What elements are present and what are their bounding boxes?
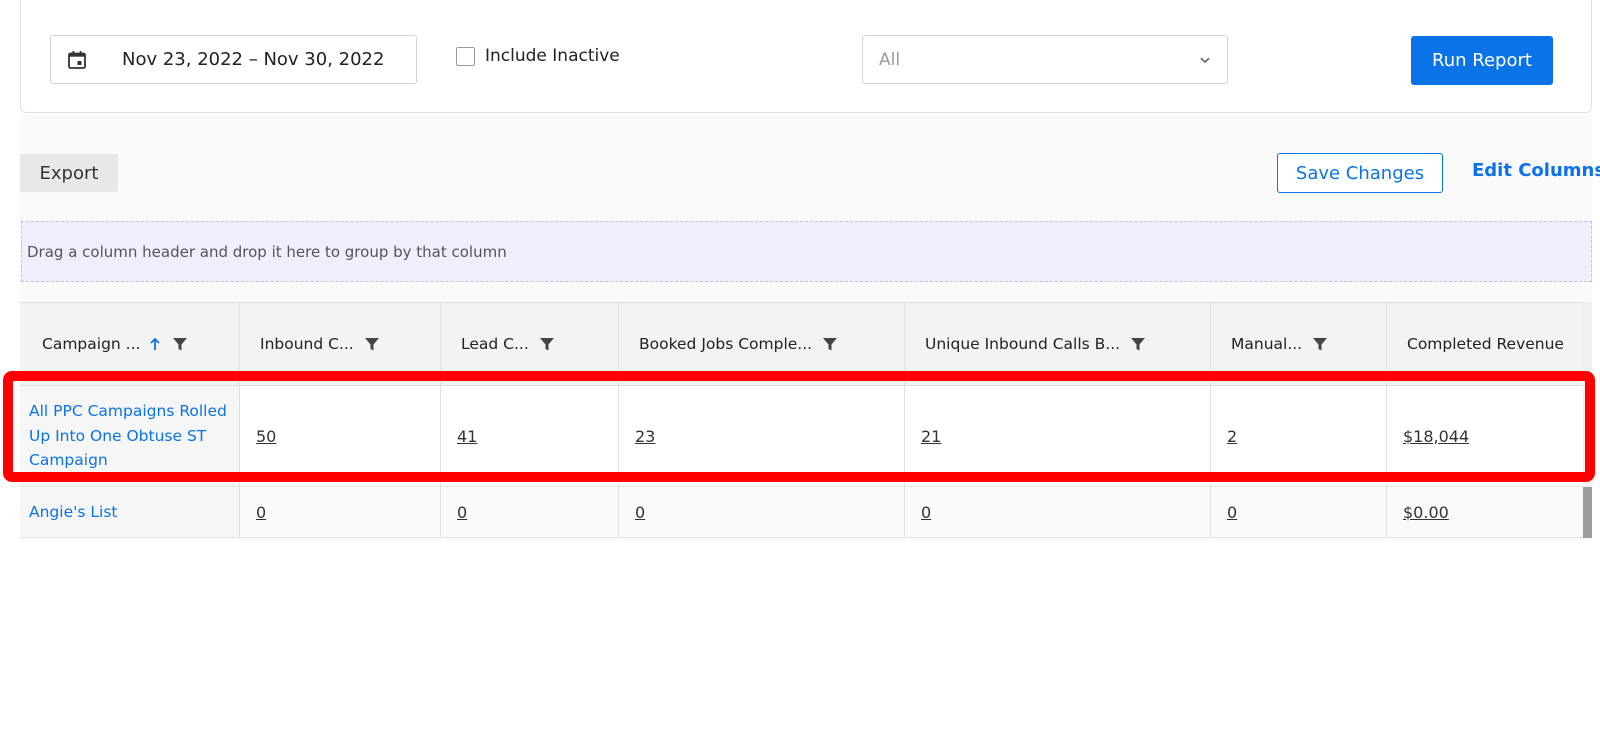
- inbound-cell: 0: [240, 487, 441, 537]
- run-report-button[interactable]: Run Report: [1411, 36, 1553, 85]
- manual-link[interactable]: 2: [1227, 427, 1237, 446]
- include-inactive-toggle[interactable]: Include Inactive: [456, 46, 620, 66]
- table-row: All PPC Campaigns Rolled Up Into One Obt…: [20, 386, 1592, 487]
- date-range-picker[interactable]: Nov 23, 2022 – Nov 30, 2022: [50, 35, 417, 84]
- vertical-scrollbar-thumb[interactable]: [1583, 487, 1592, 538]
- table-row: Angie's List 0 0 0 0 0 $0.00: [20, 487, 1592, 538]
- include-inactive-label: Include Inactive: [485, 46, 620, 66]
- manual-cell: 2: [1211, 386, 1387, 486]
- group-by-hint: Drag a column header and drop it here to…: [27, 242, 507, 261]
- column-header-campaign[interactable]: Campaign ...: [20, 303, 240, 385]
- campaign-link[interactable]: All PPC Campaigns Rolled Up Into One Obt…: [29, 399, 229, 473]
- lead-cell: 41: [441, 386, 619, 486]
- inbound-cell: 50: [240, 386, 441, 486]
- inbound-link[interactable]: 0: [256, 503, 266, 522]
- unique-inbound-cell: 0: [905, 487, 1211, 537]
- lead-cell: 0: [441, 487, 619, 537]
- save-changes-button[interactable]: Save Changes: [1277, 153, 1443, 193]
- filter-icon[interactable]: [539, 336, 555, 352]
- campaign-cell: Angie's List: [20, 487, 240, 537]
- column-header-label: Completed Revenue: [1407, 335, 1564, 353]
- inbound-link[interactable]: 50: [256, 427, 276, 446]
- include-inactive-checkbox[interactable]: [456, 46, 475, 66]
- unique-inbound-cell: 21: [905, 386, 1211, 486]
- filter-icon[interactable]: [822, 336, 838, 352]
- booked-cell: 0: [619, 487, 905, 537]
- revenue-link[interactable]: $18,044: [1403, 427, 1469, 446]
- column-header-completed-revenue[interactable]: Completed Revenue: [1387, 303, 1592, 385]
- column-header-label: Unique Inbound Calls B...: [925, 335, 1121, 353]
- filter-select[interactable]: All: [862, 35, 1228, 84]
- booked-cell: 23: [619, 386, 905, 486]
- column-header-manual[interactable]: Manual...: [1211, 303, 1387, 385]
- column-header-inbound[interactable]: Inbound C...: [240, 303, 441, 385]
- report-table: Campaign ... Inbound C... Lead C... Book…: [20, 302, 1592, 538]
- campaign-cell: All PPC Campaigns Rolled Up Into One Obt…: [20, 386, 240, 486]
- revenue-link[interactable]: $0.00: [1403, 503, 1449, 522]
- manual-cell: 0: [1211, 487, 1387, 537]
- unique-inbound-link[interactable]: 0: [921, 503, 931, 522]
- filter-icon[interactable]: [364, 336, 380, 352]
- booked-link[interactable]: 0: [635, 503, 645, 522]
- column-header-label: Lead C...: [461, 335, 529, 353]
- table-header-row: Campaign ... Inbound C... Lead C... Book…: [20, 302, 1592, 386]
- filter-icon[interactable]: [1130, 336, 1146, 352]
- chevron-down-icon: [1199, 54, 1211, 66]
- filter-icon[interactable]: [1312, 336, 1328, 352]
- campaign-link[interactable]: Angie's List: [29, 500, 229, 525]
- date-range-text: Nov 23, 2022 – Nov 30, 2022: [122, 49, 385, 70]
- unique-inbound-link[interactable]: 21: [921, 427, 941, 446]
- group-by-drop-zone[interactable]: Drag a column header and drop it here to…: [21, 221, 1592, 282]
- revenue-cell: $0.00: [1387, 487, 1592, 537]
- edit-columns-link[interactable]: Edit Columns: [1472, 160, 1600, 181]
- column-header-label: Campaign ...: [42, 335, 141, 353]
- lead-link[interactable]: 41: [457, 427, 477, 446]
- column-header-label: Manual...: [1231, 335, 1303, 353]
- lead-link[interactable]: 0: [457, 503, 467, 522]
- booked-link[interactable]: 23: [635, 427, 655, 446]
- column-header-unique-inbound[interactable]: Unique Inbound Calls B...: [905, 303, 1211, 385]
- export-button[interactable]: Export: [20, 154, 118, 192]
- column-header-booked-jobs[interactable]: Booked Jobs Comple...: [619, 303, 905, 385]
- column-header-lead[interactable]: Lead C...: [441, 303, 619, 385]
- manual-link[interactable]: 0: [1227, 503, 1237, 522]
- sort-ascending-icon[interactable]: [148, 336, 162, 352]
- filter-icon[interactable]: [172, 336, 188, 352]
- filter-select-value: All: [879, 49, 901, 70]
- column-header-label: Booked Jobs Comple...: [639, 335, 813, 353]
- column-header-label: Inbound C...: [260, 335, 354, 353]
- calendar-icon: [67, 50, 87, 70]
- revenue-cell: $18,044: [1387, 386, 1592, 486]
